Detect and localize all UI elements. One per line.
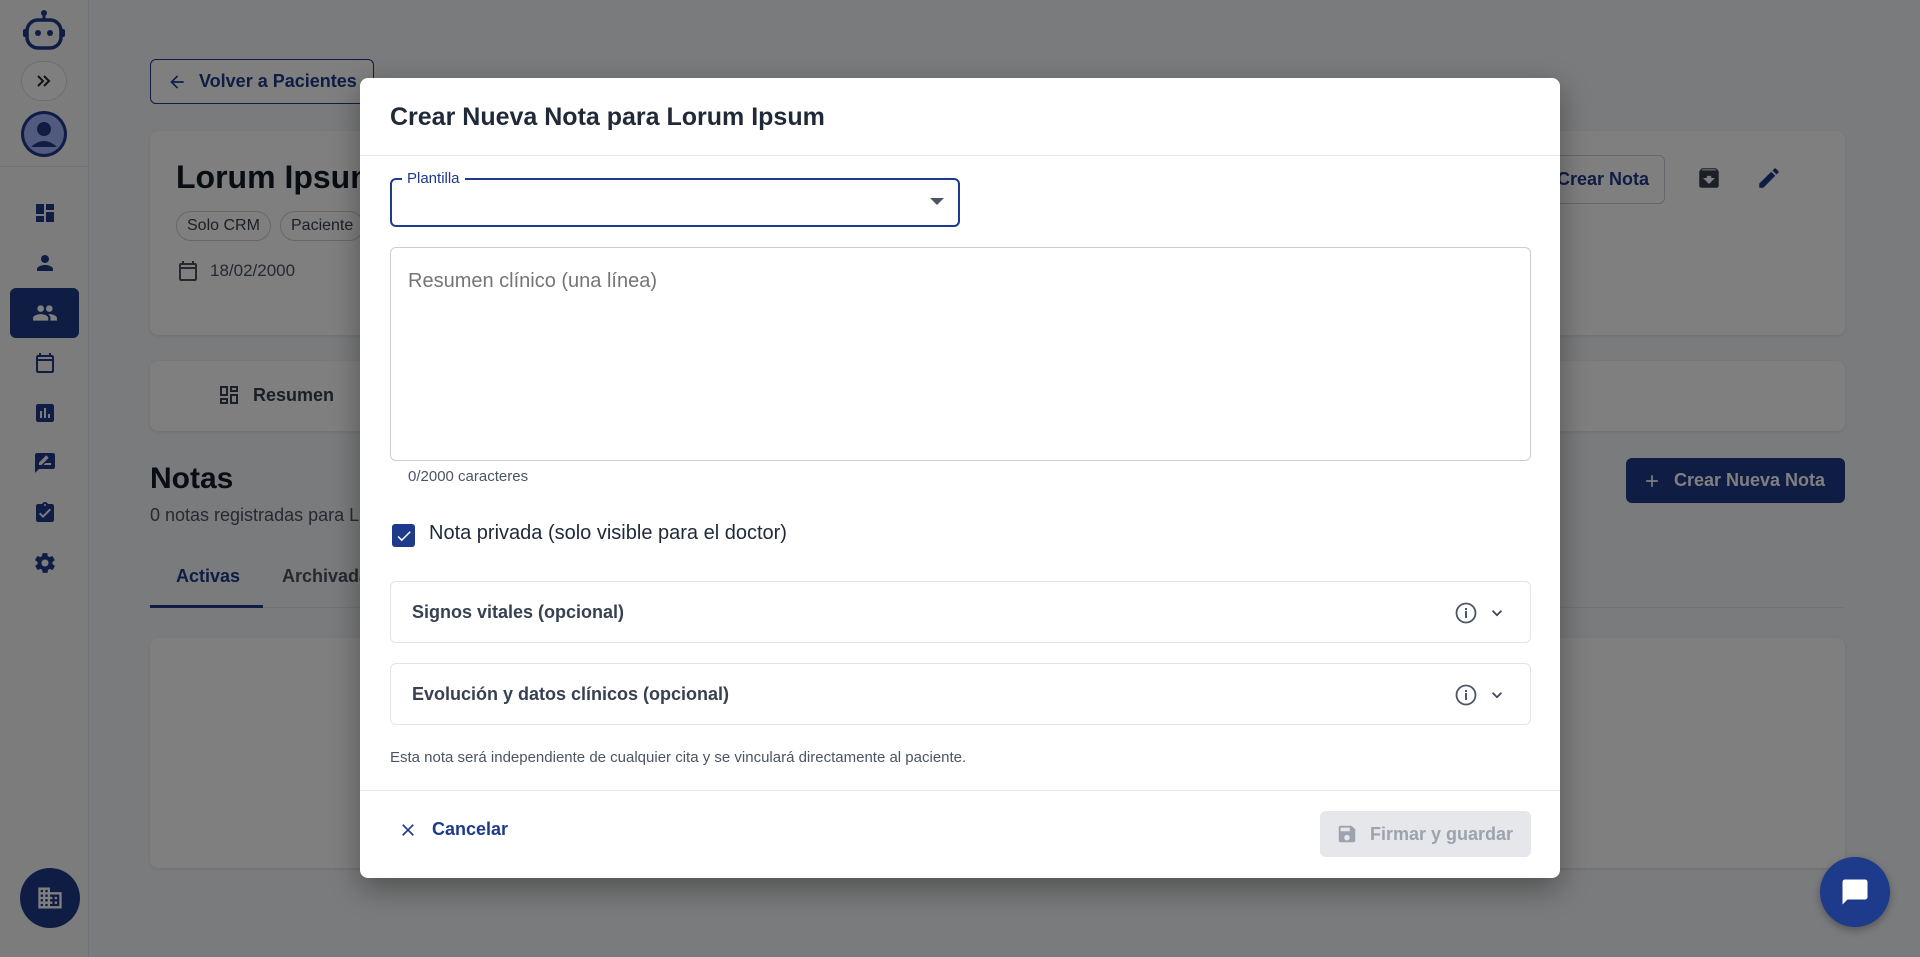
dropdown-arrow-icon — [930, 198, 944, 205]
clinical-summary-input[interactable] — [390, 247, 1531, 461]
save-icon — [1338, 825, 1356, 843]
independent-note-hint: Esta nota será independiente de cualquie… — [390, 749, 967, 766]
checkmark-icon — [397, 530, 411, 541]
info-icon[interactable] — [1454, 683, 1478, 712]
char-counter: 0/2000 caracteres — [408, 468, 529, 485]
chat-bubble-icon — [1842, 879, 1868, 905]
sign-and-save-button[interactable]: Firmar y guardar — [1320, 811, 1531, 857]
cancel-label: Cancelar — [432, 819, 509, 839]
accordion-vital-signs[interactable]: Signos vitales (opcional) — [390, 581, 1531, 643]
modal-header: Crear Nueva Nota para Lorum Ipsum — [360, 78, 1560, 156]
cancel-button[interactable]: Cancelar — [398, 819, 508, 840]
chevron-down-icon[interactable] — [1487, 685, 1507, 710]
private-note-label[interactable]: Nota privada (solo visible para el docto… — [429, 522, 787, 545]
evolution-label: Evolución y datos clínicos (opcional) — [412, 684, 730, 704]
private-note-checkbox[interactable] — [392, 524, 415, 547]
chevron-down-icon[interactable] — [1487, 603, 1507, 628]
modal-title: Crear Nueva Nota para Lorum Ipsum — [390, 103, 825, 131]
modal-footer: Cancelar Firmar y guardar — [360, 790, 1560, 878]
chat-button[interactable] — [1820, 857, 1890, 927]
template-label: Plantilla — [402, 170, 465, 187]
create-note-modal: Crear Nueva Nota para Lorum Ipsum Planti… — [360, 78, 1560, 878]
vital-signs-label: Signos vitales (opcional) — [412, 602, 625, 622]
info-icon[interactable] — [1454, 601, 1478, 630]
sign-and-save-label: Firmar y guardar — [1370, 823, 1514, 844]
accordion-evolution[interactable]: Evolución y datos clínicos (opcional) — [390, 663, 1531, 725]
template-select[interactable]: Plantilla — [390, 170, 960, 227]
close-icon — [402, 823, 414, 836]
